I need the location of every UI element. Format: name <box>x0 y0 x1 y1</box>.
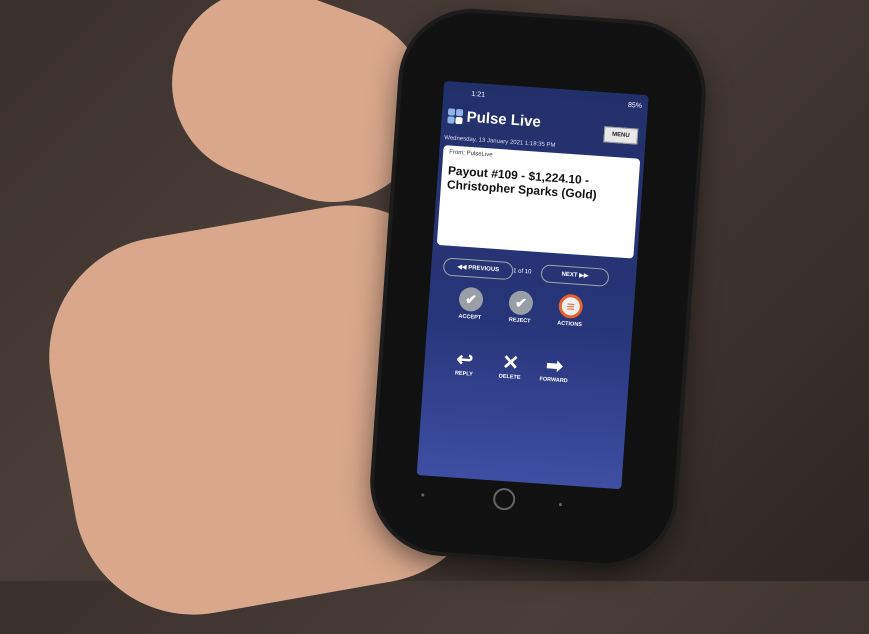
reply-arrow-icon: ↩ <box>455 348 474 372</box>
x-icon: ✕ <box>501 351 520 375</box>
status-time: 1:21 <box>471 90 486 99</box>
next-button[interactable]: NEXT ▶▶ <box>540 264 610 287</box>
delete-label: DELETE <box>498 373 521 381</box>
message-subject: Payout #109 - $1,224.10 - Christopher Sp… <box>446 163 598 202</box>
forward-arrow-icon: ➡ <box>545 354 564 378</box>
app-logo: Pulse Live <box>447 107 542 131</box>
message-nav: ◀◀ PREVIOUS 1 of 10 NEXT ▶▶ <box>431 257 637 289</box>
app-name: Pulse Live <box>466 108 542 131</box>
forward-label: FORWARD <box>539 376 568 385</box>
phone: 1:21 85% Pulse Live MENU Wednesday, 13 J… <box>369 8 707 568</box>
next-label: NEXT <box>561 271 578 279</box>
message-card: From: PulseLive Payout #109 - $1,224.10 … <box>436 145 641 259</box>
reply-button[interactable]: ↩ REPLY <box>444 348 486 379</box>
message-actions-row: ↩ REPLY ✕ DELETE ➡ FORWARD <box>423 346 630 400</box>
back-dot[interactable] <box>421 493 425 497</box>
message-count: 1 of 10 <box>512 268 532 276</box>
pulse-logo-icon <box>447 107 464 125</box>
menu-button[interactable]: MENU <box>603 126 639 145</box>
check-icon: ✔ <box>458 286 484 313</box>
home-button[interactable] <box>492 487 516 511</box>
reply-label: REPLY <box>454 370 473 378</box>
previous-label: PREVIOUS <box>467 265 500 274</box>
delete-button[interactable]: ✕ DELETE <box>490 351 532 382</box>
recents-dot[interactable] <box>558 502 563 507</box>
check-icon: ✔ <box>508 290 534 316</box>
actions-button[interactable]: ≡ ACTIONS <box>549 293 591 329</box>
menu-lines-icon: ≡ <box>557 293 584 320</box>
action-row: ✔ ACCEPT ✔ REJECT ≡ ACTIONS <box>426 284 634 348</box>
status-battery: 85% <box>627 101 643 110</box>
reject-label: REJECT <box>508 317 531 325</box>
previous-button[interactable]: ◀◀ PREVIOUS <box>442 257 514 281</box>
photo-scene: 1:21 85% Pulse Live MENU Wednesday, 13 J… <box>0 0 869 634</box>
accept-label: ACCEPT <box>458 313 482 322</box>
actions-label: ACTIONS <box>556 320 583 329</box>
forward-button[interactable]: ➡ FORWARD <box>533 354 575 385</box>
reject-button[interactable]: ✔ REJECT <box>500 289 542 325</box>
accept-button[interactable]: ✔ ACCEPT <box>450 286 492 322</box>
phone-screen: 1:21 85% Pulse Live MENU Wednesday, 13 J… <box>416 80 649 490</box>
